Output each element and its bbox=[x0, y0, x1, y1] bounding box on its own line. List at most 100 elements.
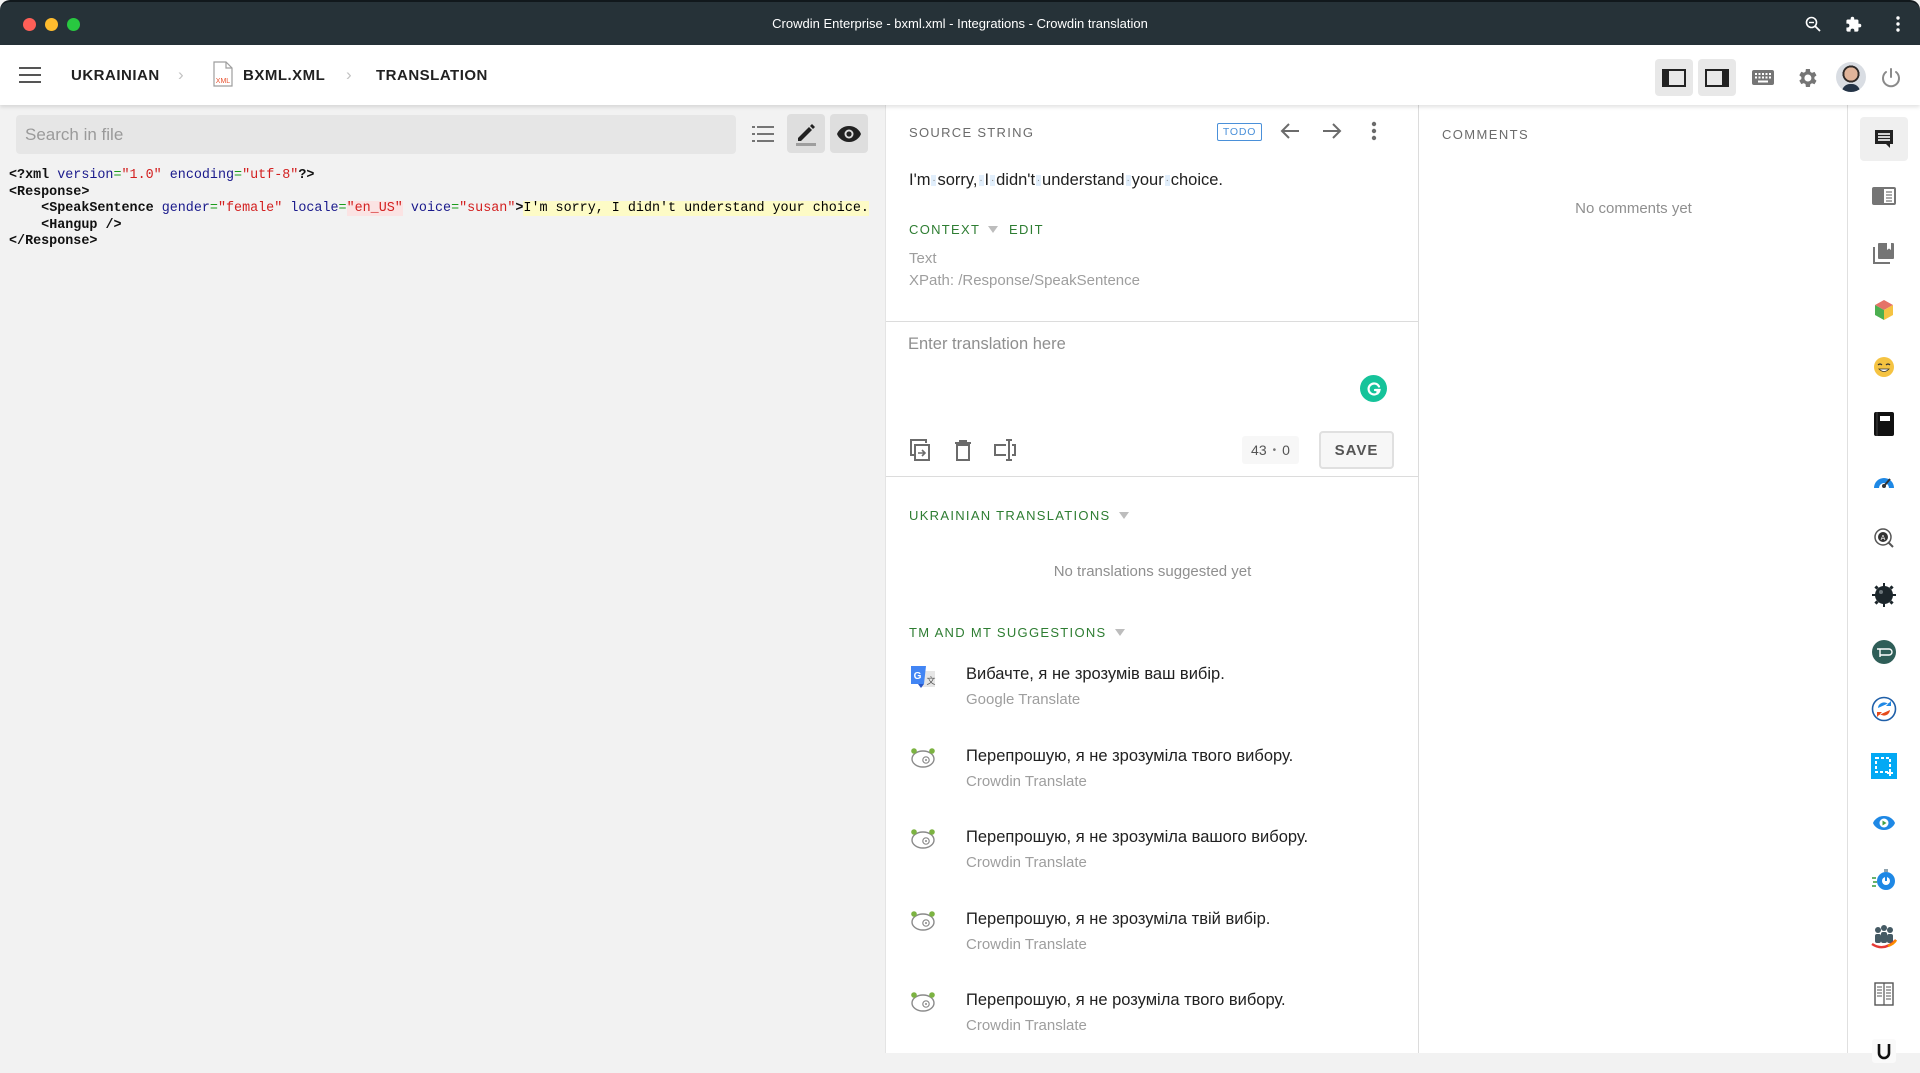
avatar[interactable] bbox=[1836, 62, 1866, 92]
next-string-button[interactable] bbox=[1319, 118, 1345, 144]
context-type: Text bbox=[909, 250, 937, 267]
rail-item-speed-app[interactable] bbox=[1860, 459, 1908, 503]
rail-item-preview-app[interactable] bbox=[1860, 801, 1908, 845]
stopwatch-icon bbox=[1871, 868, 1897, 892]
xml-source-code: <?xml version="1.0" encoding="utf-8"?> <R… bbox=[9, 168, 869, 251]
crowdin-translate-icon bbox=[909, 908, 937, 936]
code-token: gender bbox=[161, 201, 210, 217]
code-line: </Response> bbox=[9, 234, 869, 251]
suggestion-item[interactable]: Перепрошую, я не зрозуміла твого вибору.… bbox=[886, 745, 1419, 811]
suggestion-text: Перепрошую, я не розуміла твого вибору. bbox=[966, 991, 1286, 1009]
pencil-icon bbox=[796, 123, 816, 146]
code-token: ?> bbox=[298, 168, 315, 183]
source-word: didn't bbox=[996, 171, 1036, 189]
rail-item-book-app[interactable] bbox=[1860, 972, 1908, 1016]
rail-item-comments[interactable] bbox=[1860, 117, 1908, 161]
edit-context-link[interactable]: EDIT bbox=[1009, 222, 1044, 237]
chevron-right-icon: › bbox=[178, 65, 184, 84]
space-marker: · bbox=[978, 175, 984, 186]
code-token: <Hangup /> bbox=[41, 217, 122, 233]
search-in-file-input[interactable] bbox=[16, 115, 736, 154]
rail-item-glossary[interactable] bbox=[1860, 231, 1908, 275]
suggestion-item[interactable]: Перепрошую, я не розуміла твого вибору. C… bbox=[886, 989, 1419, 1055]
google-translate-icon: 文G bbox=[909, 663, 937, 691]
space-marker: · bbox=[1164, 175, 1170, 186]
code-token: = bbox=[113, 168, 122, 183]
suggestion-item[interactable]: Перепрошую, я не зрозуміла вашого вибору… bbox=[886, 826, 1419, 892]
preview-mode-button[interactable] bbox=[830, 114, 868, 153]
keyboard-icon bbox=[1752, 70, 1774, 85]
breadcrumb-language[interactable]: UKRAINIAN bbox=[71, 67, 160, 84]
list-view-button[interactable] bbox=[744, 114, 782, 153]
hamburger-menu-icon[interactable] bbox=[19, 67, 41, 83]
dot-separator: • bbox=[1272, 444, 1277, 456]
code-token: = bbox=[209, 201, 218, 217]
logout-button[interactable] bbox=[1872, 59, 1910, 96]
smiley-icon bbox=[1873, 356, 1895, 378]
context-label: CONTEXT bbox=[909, 222, 981, 237]
trash-icon bbox=[955, 440, 971, 461]
open-book-icon bbox=[1874, 982, 1894, 1006]
previous-string-button[interactable] bbox=[1277, 118, 1303, 144]
code-token: version bbox=[57, 168, 114, 183]
panel-list-icon bbox=[1872, 187, 1896, 205]
no-translations-message: No translations suggested yet bbox=[1053, 563, 1252, 580]
suggestion-item[interactable]: Перепрошую, я не зрозуміла твій вибір. Cr… bbox=[886, 908, 1419, 974]
source-string-label: SOURCE STRING bbox=[909, 125, 1035, 140]
transliterate-button[interactable] bbox=[992, 437, 1018, 463]
svg-text:文: 文 bbox=[926, 675, 935, 686]
rail-item-team-app[interactable] bbox=[1860, 915, 1908, 959]
window-title: Crowdin Enterprise - bxml.xml - Integrat… bbox=[772, 16, 1148, 31]
toggle-left-panel-button[interactable] bbox=[1655, 59, 1693, 96]
more-options-button[interactable] bbox=[1361, 118, 1387, 144]
copy-source-button[interactable] bbox=[907, 437, 933, 463]
space-marker: · bbox=[1125, 175, 1131, 186]
settings-button[interactable] bbox=[1788, 59, 1826, 96]
rail-item-timer-app[interactable] bbox=[1860, 858, 1908, 902]
crowdin-translate-icon bbox=[909, 989, 937, 1017]
rail-item-gear-app[interactable] bbox=[1860, 573, 1908, 617]
code-token: voice bbox=[410, 201, 452, 217]
right-panel-icon bbox=[1705, 68, 1729, 87]
edit-mode-button[interactable] bbox=[787, 114, 825, 153]
rail-item-screenshot-app[interactable] bbox=[1860, 744, 1908, 788]
save-button[interactable]: SAVE bbox=[1319, 431, 1394, 469]
tm-mt-suggestions-label: TM AND MT SUGGESTIONS bbox=[909, 625, 1107, 640]
clear-translation-button[interactable] bbox=[950, 437, 976, 463]
translation-input[interactable] bbox=[908, 335, 1388, 415]
suggestion-item[interactable]: 文 G Вибачте, я не зрозумів ваш вибір. Googl… bbox=[886, 663, 1419, 729]
code-line[interactable]: <SpeakSentence gender="female" locale="e… bbox=[9, 201, 869, 218]
code-token: locale bbox=[290, 201, 339, 217]
rail-item-u-app[interactable] bbox=[1860, 1029, 1908, 1073]
breadcrumb-file[interactable]: BXML.XML bbox=[243, 67, 325, 84]
code-token: <?xml bbox=[9, 168, 58, 183]
highlighted-string[interactable]: I'm sorry, I didn't understand your choi… bbox=[523, 201, 869, 217]
context-toggle[interactable]: CONTEXT bbox=[909, 222, 999, 237]
keyboard-shortcuts-button[interactable] bbox=[1744, 59, 1782, 96]
rail-item-p-app[interactable] bbox=[1860, 630, 1908, 674]
suggestion-source: Google Translate bbox=[966, 691, 1081, 708]
browser-menu-icon[interactable] bbox=[1888, 14, 1908, 34]
translation-length: 0 bbox=[1282, 442, 1290, 458]
rail-item-search-tm[interactable] bbox=[1860, 174, 1908, 218]
eye-play-icon bbox=[1872, 815, 1896, 831]
character-counter: 43 • 0 bbox=[1242, 436, 1299, 464]
extensions-puzzle-icon[interactable] bbox=[1843, 14, 1863, 34]
ukrainian-translations-toggle[interactable]: UKRAINIAN TRANSLATIONS bbox=[909, 508, 1129, 523]
comments-title: COMMENTS bbox=[1442, 127, 1530, 142]
toggle-right-panel-button[interactable] bbox=[1698, 59, 1736, 96]
grammarly-icon[interactable] bbox=[1360, 375, 1387, 402]
rail-item-notebook-app[interactable] bbox=[1860, 402, 1908, 446]
rail-item-qa-app[interactable]: A bbox=[1860, 516, 1908, 560]
zoom-search-icon[interactable] bbox=[1803, 14, 1823, 34]
tm-mt-suggestions-toggle[interactable]: TM AND MT SUGGESTIONS bbox=[909, 625, 1125, 640]
p-circle-icon bbox=[1871, 639, 1897, 665]
rail-item-sync-app[interactable] bbox=[1860, 687, 1908, 731]
source-string-text: I'm · sorry, · I · didn't · understand · your · choi… bbox=[909, 171, 1223, 190]
arrow-right-icon bbox=[1323, 123, 1342, 139]
ukrainian-translations-label: UKRAINIAN TRANSLATIONS bbox=[909, 508, 1111, 523]
rail-item-emoji-app[interactable] bbox=[1860, 345, 1908, 389]
code-line: <?xml version="1.0" encoding="utf-8"?> bbox=[9, 168, 869, 185]
gear-icon bbox=[1799, 68, 1817, 87]
rail-item-app-cube[interactable] bbox=[1860, 288, 1908, 332]
